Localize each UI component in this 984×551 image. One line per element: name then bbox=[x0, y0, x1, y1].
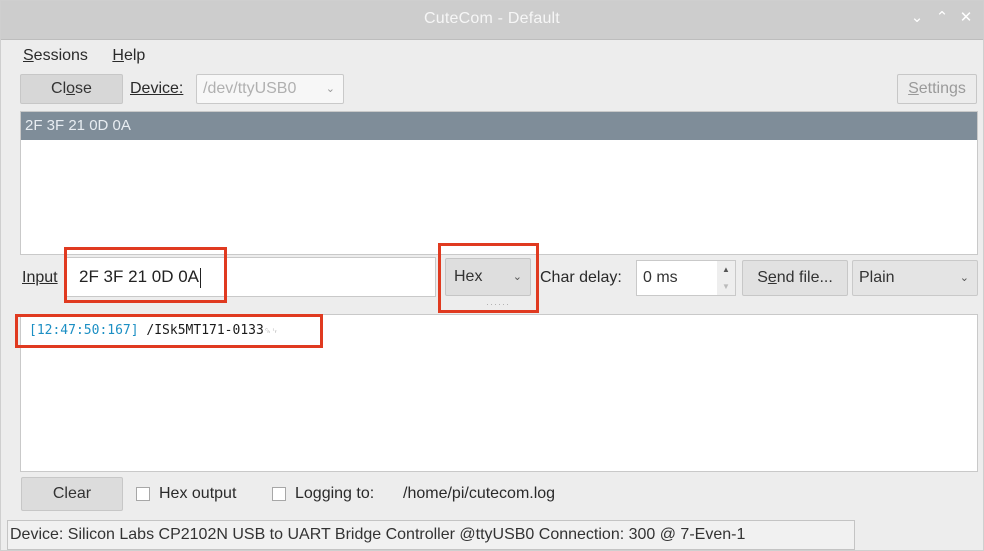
device-label-text: Device: bbox=[130, 80, 184, 97]
spin-up-icon[interactable]: ▲ bbox=[717, 261, 735, 279]
char-delay-value: 0 ms bbox=[643, 269, 678, 286]
menu-help[interactable]: Help bbox=[112, 47, 145, 64]
settings-mnemonic: S bbox=[908, 80, 919, 97]
input-mode-value: Hex bbox=[454, 268, 483, 285]
char-delay-label: Char delay: bbox=[540, 269, 622, 286]
logging-checkbox[interactable] bbox=[272, 487, 286, 501]
clear-button[interactable]: Clear bbox=[21, 477, 123, 511]
chevron-down-icon: ⌄ bbox=[959, 272, 969, 284]
chevron-down-icon: ⌄ bbox=[325, 83, 335, 95]
output-console[interactable]: [12:47:50:167] /ISk5MT171-0133␍␊ bbox=[20, 314, 978, 472]
resize-grip-icon[interactable]: ······ bbox=[486, 299, 510, 309]
menu-help-mnemonic: H bbox=[112, 47, 124, 64]
control-chars: ␍␊ bbox=[263, 327, 279, 337]
output-timestamp: [12:47:50:167] bbox=[29, 323, 139, 338]
input-label-text: Input bbox=[22, 269, 58, 286]
title-bar[interactable]: CuteCom - Default ⌄ ⌃ ✕ bbox=[1, 1, 983, 40]
minimize-icon[interactable]: ⌄ bbox=[908, 9, 926, 27]
status-bar: Device: Silicon Labs CP2102N USB to UART… bbox=[7, 520, 855, 550]
command-history-list[interactable]: 2F 3F 21 0D 0A bbox=[20, 111, 978, 255]
logging-label: Logging to: bbox=[295, 485, 375, 502]
send-file-b: nd file... bbox=[776, 269, 833, 286]
line-end-select[interactable]: Plain ⌄ bbox=[852, 260, 978, 296]
menu-sessions-mnemonic: S bbox=[23, 47, 34, 64]
input-field[interactable]: 2F 3F 21 0D 0A bbox=[66, 257, 436, 297]
cutecom-window: CuteCom - Default ⌄ ⌃ ✕ Sessions Help Cl… bbox=[0, 0, 984, 551]
close-label-mnemonic: o bbox=[66, 80, 76, 97]
output-message: /ISk5MT171-0133 bbox=[146, 323, 264, 338]
close-label-a: Cl bbox=[51, 80, 67, 97]
settings-button[interactable]: Settings bbox=[897, 74, 977, 104]
settings-rest: ettings bbox=[918, 80, 966, 97]
send-file-mnemonic: e bbox=[767, 269, 777, 286]
close-port-button[interactable]: Close bbox=[20, 74, 123, 104]
device-select[interactable]: /dev/ttyUSB0 ⌄ bbox=[196, 74, 344, 104]
char-delay-spinbox[interactable]: 0 ms ▲ ▼ bbox=[636, 260, 736, 296]
hex-output-checkbox[interactable] bbox=[136, 487, 150, 501]
device-label: Device: bbox=[130, 80, 183, 98]
hex-output-label: Hex output bbox=[159, 485, 237, 502]
text-caret bbox=[200, 267, 202, 288]
history-item-selected[interactable]: 2F 3F 21 0D 0A bbox=[21, 112, 977, 140]
close-label-b: se bbox=[75, 80, 92, 97]
input-label: Input bbox=[22, 269, 58, 287]
close-window-icon[interactable]: ✕ bbox=[957, 9, 975, 27]
send-file-a: S bbox=[757, 269, 768, 286]
device-value: /dev/ttyUSB0 bbox=[203, 80, 297, 97]
output-line: [12:47:50:167] /ISk5MT171-0133␍␊ bbox=[29, 323, 278, 338]
menu-help-rest: elp bbox=[123, 47, 146, 64]
input-value: 2F 3F 21 0D 0A bbox=[79, 267, 200, 286]
menu-sessions[interactable]: Sessions bbox=[23, 47, 88, 64]
window-title: CuteCom - Default bbox=[424, 10, 560, 27]
line-end-value: Plain bbox=[859, 269, 895, 286]
spin-down-icon[interactable]: ▼ bbox=[717, 278, 735, 295]
log-path: /home/pi/cutecom.log bbox=[403, 485, 556, 502]
send-file-button[interactable]: Send file... bbox=[742, 260, 848, 296]
input-mode-select[interactable]: Hex ⌄ bbox=[445, 258, 531, 296]
menu-sessions-rest: essions bbox=[33, 47, 88, 64]
chevron-down-icon: ⌄ bbox=[512, 271, 522, 283]
maximize-icon[interactable]: ⌃ bbox=[933, 9, 951, 27]
menu-bar: Sessions Help bbox=[23, 47, 165, 71]
